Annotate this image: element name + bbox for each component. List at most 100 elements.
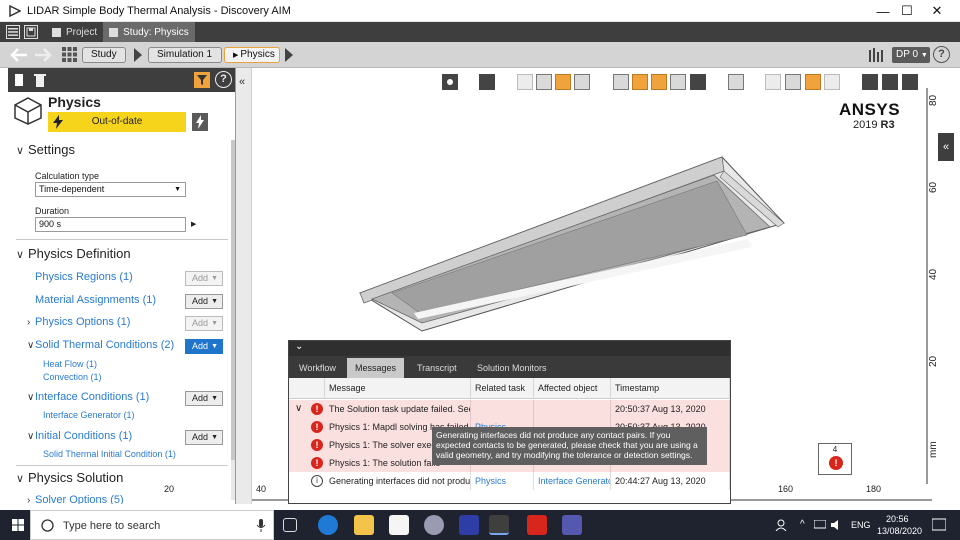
update-button[interactable]	[192, 113, 208, 131]
record-icon[interactable]	[442, 74, 458, 90]
clock-date[interactable]: 13/08/2020	[877, 526, 922, 536]
tab-workflow[interactable]: Workflow	[291, 358, 344, 378]
file-explorer-icon[interactable]	[354, 515, 374, 535]
tray-chevron-up-icon[interactable]: ^	[800, 519, 805, 530]
tab-transcript[interactable]: Transcript	[409, 358, 465, 378]
close-button[interactable]: ✕	[914, 0, 960, 22]
tab-study-physics[interactable]: Study: Physics	[103, 22, 195, 42]
display-icon[interactable]	[814, 520, 826, 530]
people-icon[interactable]	[775, 519, 787, 531]
view-top-icon[interactable]	[555, 74, 571, 90]
duration-expand-icon[interactable]: ▶	[191, 220, 196, 228]
chevron-down-icon[interactable]: ∨	[295, 403, 302, 414]
tab-project[interactable]: Project	[46, 22, 103, 42]
object-cell[interactable]: Interface Generator	[534, 472, 611, 490]
save-icon[interactable]	[24, 25, 38, 39]
spaceclaim-icon[interactable]	[459, 515, 479, 535]
select-mode-icon[interactable]	[690, 74, 706, 90]
initial-conditions-link[interactable]: ∨Initial Conditions (1)	[27, 430, 132, 442]
fullscreen-icon[interactable]	[824, 74, 840, 90]
physics-solution-header[interactable]: ∨ Physics Solution	[16, 470, 123, 485]
menu-icon[interactable]	[6, 25, 20, 39]
select-edge-icon[interactable]	[651, 74, 667, 90]
task-view-icon[interactable]	[283, 518, 297, 532]
error-count-badge[interactable]: 4 !	[818, 443, 852, 475]
column-header-object[interactable]: Affected object	[534, 378, 611, 399]
app-icon[interactable]	[424, 515, 444, 535]
convection-link[interactable]: Convection (1)	[43, 372, 102, 382]
speaker-icon[interactable]	[830, 519, 844, 531]
mesh-icon[interactable]	[805, 74, 821, 90]
help-icon[interactable]: ?	[933, 46, 950, 63]
calc-type-select[interactable]: Time-dependent ▼	[35, 182, 186, 197]
duration-field[interactable]: 900 s	[35, 217, 186, 232]
tab-solution-monitors[interactable]: Solution Monitors	[469, 358, 555, 378]
teams-icon[interactable]	[562, 515, 582, 535]
design-point-select[interactable]: DP 0 ▼	[892, 47, 930, 63]
language-indicator[interactable]: ENG	[851, 520, 871, 530]
view-fit-icon[interactable]	[574, 74, 590, 90]
column-header-message[interactable]: Message	[325, 378, 471, 399]
triad-icon[interactable]	[902, 74, 918, 90]
notifications-icon[interactable]	[932, 518, 946, 532]
copy-icon[interactable]	[14, 73, 24, 87]
clock-time[interactable]: 20:56	[886, 514, 909, 524]
add-interface-button[interactable]: Add ▼	[185, 391, 223, 406]
parameters-icon[interactable]	[869, 48, 885, 62]
section-icon[interactable]	[765, 74, 781, 90]
crumb-simulation[interactable]: Simulation 1	[148, 47, 222, 63]
column-header-task[interactable]: Related task	[471, 378, 534, 399]
physics-regions-link[interactable]: Physics Regions (1)	[35, 271, 133, 283]
sun-icon[interactable]	[862, 74, 878, 90]
group-icon[interactable]	[728, 74, 744, 90]
collapse-messages-icon[interactable]: ⌄	[295, 341, 303, 352]
interface-generator-link[interactable]: Interface Generator (1)	[43, 410, 135, 420]
forward-arrow-icon[interactable]	[34, 47, 52, 63]
task-cell[interactable]: Physics	[471, 472, 534, 490]
filter-icon[interactable]	[194, 72, 210, 88]
grid-view-icon[interactable]	[62, 47, 77, 62]
add-physics-option-button[interactable]: Add ▼	[185, 316, 223, 331]
notes-icon[interactable]	[785, 74, 801, 90]
view-iso-icon[interactable]	[536, 74, 552, 90]
select-body-icon[interactable]	[613, 74, 629, 90]
select-vertex-icon[interactable]	[670, 74, 686, 90]
column-header-timestamp[interactable]: Timestamp	[611, 378, 730, 399]
add-initial-condition-button[interactable]: Add ▼	[185, 430, 223, 445]
task-cell[interactable]	[471, 400, 534, 418]
ruler-icon[interactable]	[882, 74, 898, 90]
panel-scroll-thumb[interactable]	[231, 140, 235, 460]
add-material-button[interactable]: Add ▼	[185, 294, 223, 309]
material-assignments-link[interactable]: Material Assignments (1)	[35, 294, 156, 306]
heat-flow-link[interactable]: Heat Flow (1)	[43, 359, 97, 369]
model-geometry[interactable]	[352, 153, 792, 333]
table-row[interactable]: i Generating interfaces did not produc..…	[289, 472, 730, 490]
physics-definition-header[interactable]: ∨ Physics Definition	[16, 246, 131, 261]
expand-right-panel-button[interactable]: «	[938, 133, 954, 161]
panel-help-icon[interactable]: ?	[215, 71, 232, 88]
solid-thermal-conditions-link[interactable]: ∨Solid Thermal Conditions (2)	[27, 339, 174, 351]
edge-browser-icon[interactable]	[318, 515, 338, 535]
solidworks-icon[interactable]	[527, 515, 547, 535]
solver-options-link[interactable]: › Solver Options (5)	[27, 494, 124, 504]
lightning-icon[interactable]	[479, 74, 495, 90]
tab-messages[interactable]: Messages	[347, 358, 405, 378]
collapse-panel-strip[interactable]: «	[236, 68, 252, 504]
discovery-aim-icon[interactable]	[489, 515, 509, 535]
add-physics-region-button[interactable]: Add ▼	[185, 271, 223, 286]
add-solid-thermal-button[interactable]: Add ▼	[185, 339, 223, 354]
crumb-study[interactable]: Study	[82, 47, 126, 63]
store-icon[interactable]	[389, 515, 409, 535]
back-arrow-icon[interactable]	[10, 47, 28, 63]
physics-options-link[interactable]: › Physics Options (1)	[27, 316, 130, 328]
taskbar-search-input[interactable]: Type here to search	[30, 510, 274, 540]
view-front-icon[interactable]	[517, 74, 533, 90]
solid-thermal-initial-condition-link[interactable]: Solid Thermal Initial Condition (1)	[43, 449, 176, 459]
crumb-physics[interactable]: ▶ Physics	[224, 47, 280, 63]
settings-section-header[interactable]: ∨ Settings	[16, 142, 75, 157]
select-face-icon[interactable]	[632, 74, 648, 90]
interface-conditions-link[interactable]: ∨Interface Conditions (1)	[27, 391, 149, 403]
windows-start-icon[interactable]	[12, 519, 24, 531]
trash-icon[interactable]	[34, 73, 46, 87]
microphone-icon[interactable]	[257, 519, 265, 532]
